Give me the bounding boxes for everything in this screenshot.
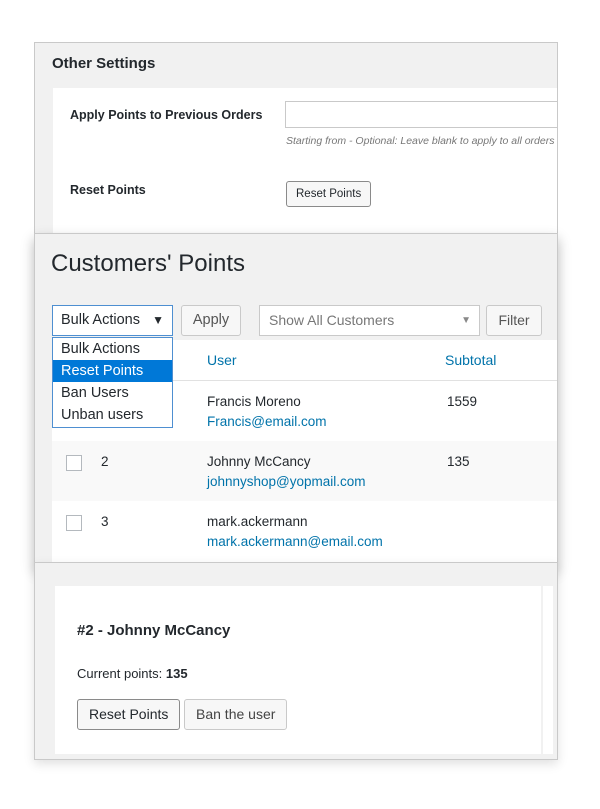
user-name: Johnny McCancy	[207, 454, 311, 469]
customer-detail-panel: #2 - Johnny McCancy Current points: 135 …	[34, 562, 558, 760]
bulk-option-bulk-actions[interactable]: Bulk Actions	[53, 338, 172, 360]
user-subtotal: 1559	[447, 394, 478, 409]
side-card	[543, 586, 553, 754]
bulk-option-unban-users[interactable]: Unban users	[53, 404, 172, 426]
bulk-option-reset-points[interactable]: Reset Points	[53, 360, 172, 382]
page-title: Customers' Points	[51, 250, 245, 277]
dropdown-arrow-icon: ▼	[461, 315, 471, 326]
row-id: 2	[101, 454, 109, 469]
apply-previous-input[interactable]	[285, 101, 557, 128]
reset-points-settings-button[interactable]: Reset Points	[286, 181, 372, 207]
user-email[interactable]: Francis@email.com	[207, 414, 326, 429]
dropdown-arrow-icon: ▼	[152, 313, 164, 327]
user-subtotal: 135	[447, 454, 470, 469]
user-email[interactable]: johnnyshop@yopmail.com	[207, 474, 366, 489]
current-points-label: Current points:	[77, 666, 166, 681]
apply-previous-help: Starting from - Optional: Leave blank to…	[286, 135, 555, 147]
column-user[interactable]: User	[207, 352, 237, 368]
bulk-actions-select[interactable]: Bulk Actions ▼	[52, 305, 173, 336]
filter-button[interactable]: Filter	[486, 305, 542, 336]
table-row: 2 Johnny McCancy johnnyshop@yopmail.com …	[52, 441, 557, 501]
apply-previous-label: Apply Points to Previous Orders	[70, 108, 263, 122]
bulk-actions-selected: Bulk Actions	[61, 312, 140, 328]
customer-detail-title: #2 - Johnny McCancy	[77, 622, 231, 639]
user-email[interactable]: mark.ackermann@email.com	[207, 534, 383, 549]
current-points: Current points: 135	[77, 666, 188, 681]
current-points-value: 135	[165, 666, 188, 681]
customers-points-panel: Customers' Points Bulk Actions ▼ Apply S…	[34, 233, 558, 566]
other-settings-card: Apply Points to Previous Orders Starting…	[53, 88, 557, 233]
bulk-option-ban-users[interactable]: Ban Users	[53, 382, 172, 404]
user-name: Francis Moreno	[207, 394, 301, 409]
column-subtotal[interactable]: Subtotal	[445, 352, 496, 368]
user-name: mark.ackermann	[207, 514, 308, 529]
reset-points-label: Reset Points	[70, 183, 146, 197]
bulk-actions-dropdown: Bulk Actions Reset Points Ban Users Unba…	[52, 337, 173, 428]
customer-detail-card: #2 - Johnny McCancy Current points: 135 …	[55, 586, 541, 754]
ban-user-button[interactable]: Ban the user	[184, 699, 288, 730]
customer-filter-placeholder: Show All Customers	[269, 312, 395, 328]
row-checkbox[interactable]	[66, 455, 82, 471]
row-checkbox[interactable]	[66, 515, 82, 531]
reset-points-button[interactable]: Reset Points	[77, 699, 181, 730]
table-row: 3 mark.ackermann mark.ackermann@email.co…	[52, 501, 557, 561]
row-id: 3	[101, 514, 109, 529]
other-settings-title: Other Settings	[52, 55, 156, 72]
apply-button[interactable]: Apply	[181, 305, 241, 336]
other-settings-panel: Other Settings Apply Points to Previous …	[34, 42, 558, 234]
customer-filter-select[interactable]: Show All Customers ▼	[259, 305, 480, 336]
